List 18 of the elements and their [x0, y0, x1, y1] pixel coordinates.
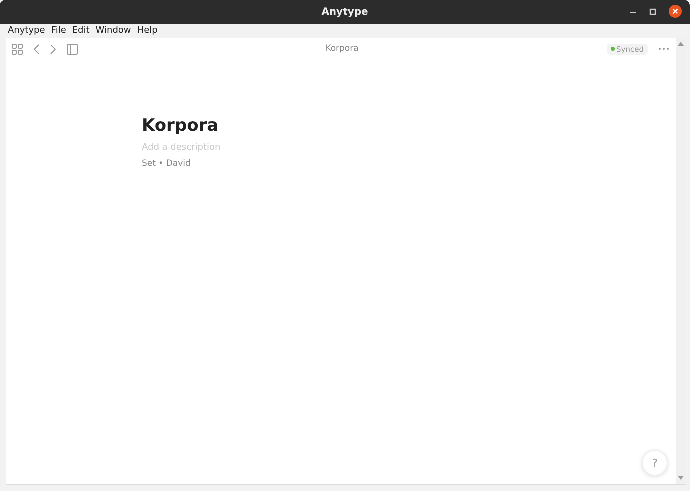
more-icon[interactable] — [658, 47, 670, 51]
menu-item[interactable]: Help — [137, 26, 158, 36]
window-title: Anytype — [322, 6, 368, 18]
breadcrumb[interactable]: Korpora — [88, 44, 597, 54]
scroll-down-icon[interactable] — [678, 476, 684, 480]
sidebar-icon[interactable] — [67, 44, 78, 54]
page-title[interactable]: Korpora — [142, 116, 676, 136]
back-icon[interactable] — [33, 44, 40, 54]
menu-item[interactable]: Anytype — [8, 26, 46, 36]
menu-item[interactable]: Edit — [72, 26, 90, 36]
scroll-up-icon[interactable] — [678, 42, 684, 46]
menu-item[interactable]: File — [51, 26, 66, 36]
forward-icon[interactable] — [50, 44, 57, 54]
maximize-icon[interactable] — [649, 8, 657, 16]
grid-icon[interactable] — [12, 44, 23, 54]
page-meta: Set • David — [142, 159, 192, 169]
close-icon[interactable] — [669, 5, 682, 18]
menu-item[interactable]: Window — [96, 26, 132, 36]
